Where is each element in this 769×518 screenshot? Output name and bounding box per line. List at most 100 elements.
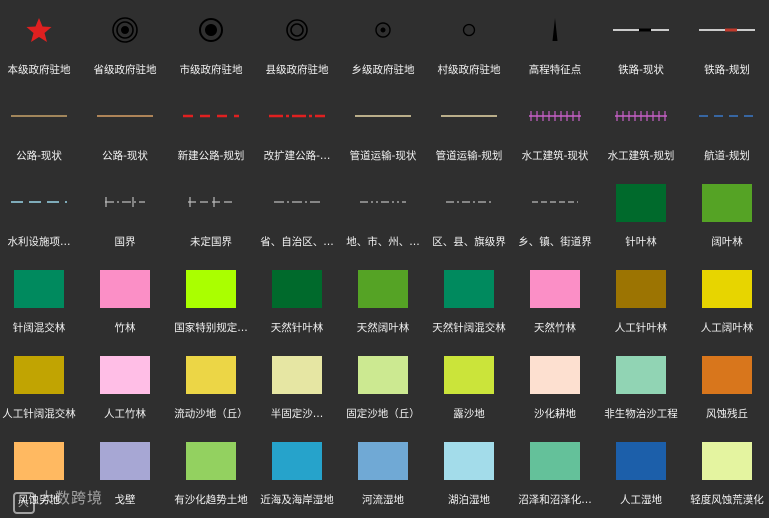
legend-item-label: 国界 (114, 236, 136, 248)
color-swatch (100, 270, 150, 308)
elevation-point-icon (520, 2, 590, 58)
legend-item-14: 管道运输-现状 (340, 88, 426, 174)
legend-item-13: 改扩建公路-… (254, 88, 340, 174)
legend-item-1: 本级政府驻地 (0, 2, 82, 88)
legend-item-label: 露沙地 (453, 408, 485, 420)
legend-item-label: 省级政府驻地 (93, 64, 157, 76)
legend-item-44: 非生物治沙工程 (598, 346, 684, 432)
legend-item-29: 竹林 (82, 260, 168, 346)
color-swatch (358, 442, 408, 480)
legend-item-label: 乡级政府驻地 (351, 64, 415, 76)
legend-item-label: 铁路-规划 (704, 64, 750, 76)
legend-item-label: 非生物治沙工程 (604, 408, 678, 420)
color-swatch (14, 442, 64, 480)
prefecture-boundary-icon (348, 174, 418, 230)
legend-item-5: 乡级政府驻地 (340, 2, 426, 88)
legend-item-51: 湖泊湿地 (426, 432, 512, 518)
legend-item-35: 人工针叶林 (598, 260, 684, 346)
legend-item-7: 高程特征点 (512, 2, 598, 88)
color-swatch (272, 270, 322, 308)
legend-item-27: 阔叶林 (684, 174, 769, 260)
legend-item-11: 公路-现状 (82, 88, 168, 174)
legend-item-label: 水工建筑-规划 (607, 150, 675, 162)
legend-item-26: 针叶林 (598, 174, 684, 260)
pipeline-planned-icon (434, 88, 504, 144)
legend-item-41: 固定沙地（丘） (340, 346, 426, 432)
color-swatch (702, 270, 752, 308)
legend-item-8: 铁路-现状 (598, 2, 684, 88)
legend-item-label: 有沙化趋势土地 (174, 494, 248, 506)
highway-existing-icon (4, 88, 74, 144)
legend-item-28: 针阔混交林 (0, 260, 82, 346)
legend-item-18: 航道-规划 (684, 88, 769, 174)
water-facility-icon (4, 174, 74, 230)
legend-grid: 本级政府驻地 省级政府驻地 市级政府驻地 县级政府驻地 乡级政府驻地 村级政府驻地 高程特征… (0, 0, 769, 516)
legend-item-label: 固定沙地（丘） (346, 408, 420, 420)
legend-item-52: 沼泽和沼泽化… (512, 432, 598, 518)
legend-item-15: 管道运输-规划 (426, 88, 512, 174)
legend-item-38: 人工竹林 (82, 346, 168, 432)
legend-item-label: 水利设施项… (7, 236, 71, 248)
legend-item-31: 天然针叶林 (254, 260, 340, 346)
legend-item-32: 天然阔叶林 (340, 260, 426, 346)
legend-item-label: 管道运输-现状 (349, 150, 417, 162)
legend-item-label: 公路-现状 (16, 150, 62, 162)
legend-item-label: 省、自治区、… (260, 236, 334, 248)
legend-item-label: 公路-现状 (102, 150, 148, 162)
legend-item-50: 河流湿地 (340, 432, 426, 518)
legend-item-20: 国界 (82, 174, 168, 260)
color-swatch (616, 184, 666, 222)
legend-item-label: 县级政府驻地 (265, 64, 329, 76)
legend-item-label: 水工建筑-现状 (521, 150, 589, 162)
legend-item-42: 露沙地 (426, 346, 512, 432)
legend-item-label: 阔叶林 (711, 236, 743, 248)
legend-item-label: 人工针阔混交林 (2, 408, 76, 420)
railway-planned-icon (692, 2, 762, 58)
legend-item-label: 管道运输-规划 (435, 150, 503, 162)
legend-item-label: 铁路-现状 (618, 64, 664, 76)
undetermined-boundary-icon (176, 174, 246, 230)
legend-item-22: 省、自治区、… (254, 174, 340, 260)
color-swatch (530, 356, 580, 394)
legend-item-2: 省级政府驻地 (82, 2, 168, 88)
color-swatch (358, 270, 408, 308)
legend-item-21: 未定国界 (168, 174, 254, 260)
legend-item-24: 区、县、旗级界 (426, 174, 512, 260)
legend-item-label: 本级政府驻地 (7, 64, 71, 76)
legend-item-label: 高程特征点 (528, 64, 582, 76)
legend-item-label: 河流湿地 (362, 494, 404, 506)
legend-item-4: 县级政府驻地 (254, 2, 340, 88)
new-highway-planned-icon (176, 88, 246, 144)
legend-item-label: 村级政府驻地 (437, 64, 501, 76)
bullseye-icon (176, 2, 246, 58)
legend-item-39: 流动沙地（丘） (168, 346, 254, 432)
legend-item-3: 市级政府驻地 (168, 2, 254, 88)
legend-item-label: 近海及海岸湿地 (260, 494, 334, 506)
color-swatch (616, 270, 666, 308)
hydraulic-structure-existing-icon (520, 88, 590, 144)
color-swatch (702, 184, 752, 222)
color-swatch (444, 442, 494, 480)
legend-item-label: 风蚀残丘 (706, 408, 748, 420)
township-boundary-icon (520, 174, 590, 230)
legend-item-label: 沼泽和沼泽化… (518, 494, 592, 506)
legend-item-12: 新建公路-规划 (168, 88, 254, 174)
rebuild-highway-planned-icon (262, 88, 332, 144)
watermark-logo-icon: 大 (13, 492, 35, 514)
watermark-text: 大数跨境 (39, 489, 104, 507)
color-swatch (444, 356, 494, 394)
dot-ring-icon (348, 2, 418, 58)
color-swatch (358, 356, 408, 394)
legend-item-53: 人工湿地 (598, 432, 684, 518)
red-star-icon (4, 2, 74, 58)
legend-item-label: 天然针阔混交林 (432, 322, 506, 334)
color-swatch (186, 356, 236, 394)
color-swatch (14, 270, 64, 308)
color-swatch (702, 356, 752, 394)
province-boundary-icon (262, 174, 332, 230)
legend-item-49: 近海及海岸湿地 (254, 432, 340, 518)
legend-item-label: 针叶林 (625, 236, 657, 248)
color-swatch (702, 442, 752, 480)
legend-item-label: 市级政府驻地 (179, 64, 243, 76)
legend-item-9: 铁路-规划 (684, 2, 769, 88)
